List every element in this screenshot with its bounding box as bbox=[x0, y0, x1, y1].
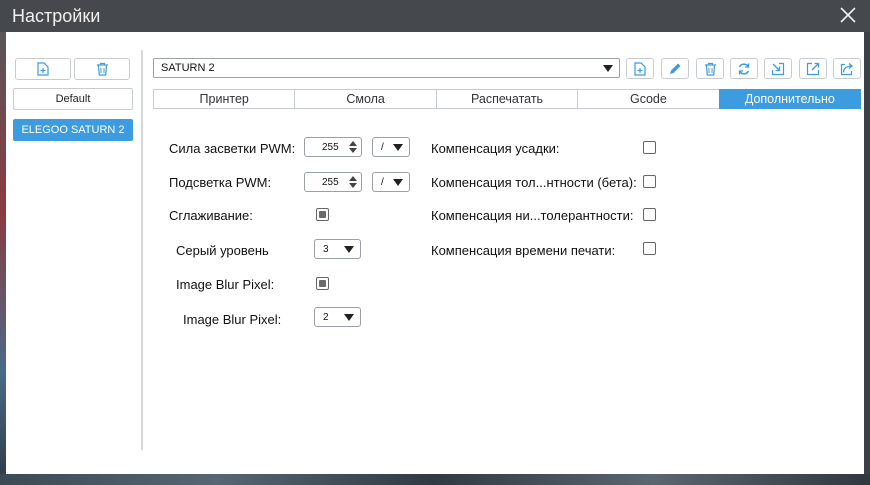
image-blur-checkbox[interactable] bbox=[316, 277, 329, 290]
pwm-exposure-unit-select[interactable]: / bbox=[372, 137, 410, 157]
pwm-exposure-spinbox[interactable]: 255 bbox=[304, 137, 362, 157]
export-all-button[interactable] bbox=[833, 58, 861, 79]
spin-down-icon[interactable] bbox=[349, 183, 357, 188]
spin-down-icon[interactable] bbox=[349, 148, 357, 153]
tab-advanced[interactable]: Дополнительно bbox=[718, 89, 862, 109]
image-blur-pixel-value: 2 bbox=[323, 311, 329, 323]
pwm-backlight-label: Подсветка PWM: bbox=[169, 175, 272, 190]
gray-level-select[interactable]: 3 bbox=[314, 239, 361, 259]
trash-icon bbox=[704, 62, 716, 76]
tab-resin[interactable]: Смола bbox=[294, 89, 437, 109]
pwm-backlight-unit: / bbox=[381, 176, 384, 188]
add-file-icon bbox=[37, 62, 49, 76]
shrink-comp-checkbox[interactable] bbox=[643, 141, 656, 154]
spin-up-icon[interactable] bbox=[349, 141, 357, 146]
chevron-down-icon bbox=[603, 65, 613, 72]
spin-up-icon[interactable] bbox=[349, 176, 357, 181]
pencil-icon bbox=[670, 63, 681, 74]
tab-print[interactable]: Распечатать bbox=[435, 89, 579, 109]
antialiasing-checkbox[interactable] bbox=[316, 208, 329, 221]
chevron-down-icon bbox=[393, 144, 403, 151]
pwm-exposure-unit: / bbox=[381, 141, 384, 153]
add-file-icon bbox=[634, 61, 646, 76]
export-icon bbox=[806, 62, 820, 75]
window-titlebar: Настройки bbox=[0, 0, 870, 32]
tolerance-comp-checkbox[interactable] bbox=[643, 175, 656, 188]
neg-tolerance-comp-checkbox[interactable] bbox=[643, 208, 656, 221]
pwm-exposure-value: 255 bbox=[322, 141, 339, 153]
chevron-down-icon bbox=[344, 246, 354, 253]
print-time-comp-checkbox[interactable] bbox=[643, 242, 656, 255]
printer-select-value: SATURN 2 bbox=[161, 62, 215, 74]
pwm-backlight-unit-select[interactable]: / bbox=[372, 172, 410, 192]
image-blur-pixel-select[interactable]: 2 bbox=[314, 307, 361, 327]
settings-tabs: Принтер Смола Распечатать Gcode Дополнит… bbox=[153, 89, 862, 109]
tolerance-comp-label: Компенсация тол...нтности (бета): bbox=[431, 175, 637, 190]
shrink-comp-label: Компенсация усадки: bbox=[431, 141, 560, 156]
antialiasing-label: Сглаживание: bbox=[169, 208, 253, 223]
chevron-down-icon bbox=[393, 179, 403, 186]
trash-icon bbox=[96, 62, 108, 76]
profile-item-elegoo-saturn-2[interactable]: ELEGOO SATURN 2 bbox=[13, 119, 133, 141]
refresh-button[interactable] bbox=[730, 58, 758, 79]
settings-dialog: Default ELEGOO SATURN 2 SATURN 2 Принтер… bbox=[6, 32, 864, 474]
window-title: Настройки bbox=[12, 6, 101, 26]
gray-level-value: 3 bbox=[323, 243, 329, 255]
import-button[interactable] bbox=[764, 58, 792, 79]
gray-level-label: Серый уровень bbox=[176, 243, 269, 258]
image-blur-pixel-label: Image Blur Pixel: bbox=[183, 312, 282, 327]
close-icon[interactable] bbox=[838, 5, 858, 25]
refresh-icon bbox=[738, 62, 750, 75]
neg-tolerance-comp-label: Компенсация ни...толерантности: bbox=[431, 208, 634, 223]
printer-select[interactable]: SATURN 2 bbox=[153, 58, 620, 78]
delete-printer-button[interactable] bbox=[696, 58, 724, 79]
sidebar-divider bbox=[141, 50, 143, 450]
pwm-backlight-spinbox[interactable]: 255 bbox=[304, 172, 362, 192]
delete-profile-button[interactable] bbox=[74, 58, 130, 80]
export-all-icon bbox=[840, 62, 854, 75]
export-button[interactable] bbox=[799, 58, 827, 79]
background-viewport-bottom bbox=[0, 474, 870, 485]
print-time-comp-label: Компенсация времени печати: bbox=[431, 243, 616, 258]
profile-item-default[interactable]: Default bbox=[13, 88, 133, 110]
import-icon bbox=[771, 62, 785, 75]
edit-printer-button[interactable] bbox=[661, 58, 689, 79]
pwm-exposure-label: Сила засветки PWM: bbox=[169, 141, 296, 156]
add-printer-button[interactable] bbox=[626, 58, 654, 79]
image-blur-label: Image Blur Pixel: bbox=[176, 277, 275, 292]
tab-printer[interactable]: Принтер bbox=[153, 89, 296, 109]
chevron-down-icon bbox=[344, 314, 354, 321]
add-profile-button[interactable] bbox=[15, 58, 71, 80]
tab-gcode[interactable]: Gcode bbox=[577, 89, 720, 109]
pwm-backlight-value: 255 bbox=[322, 176, 339, 188]
